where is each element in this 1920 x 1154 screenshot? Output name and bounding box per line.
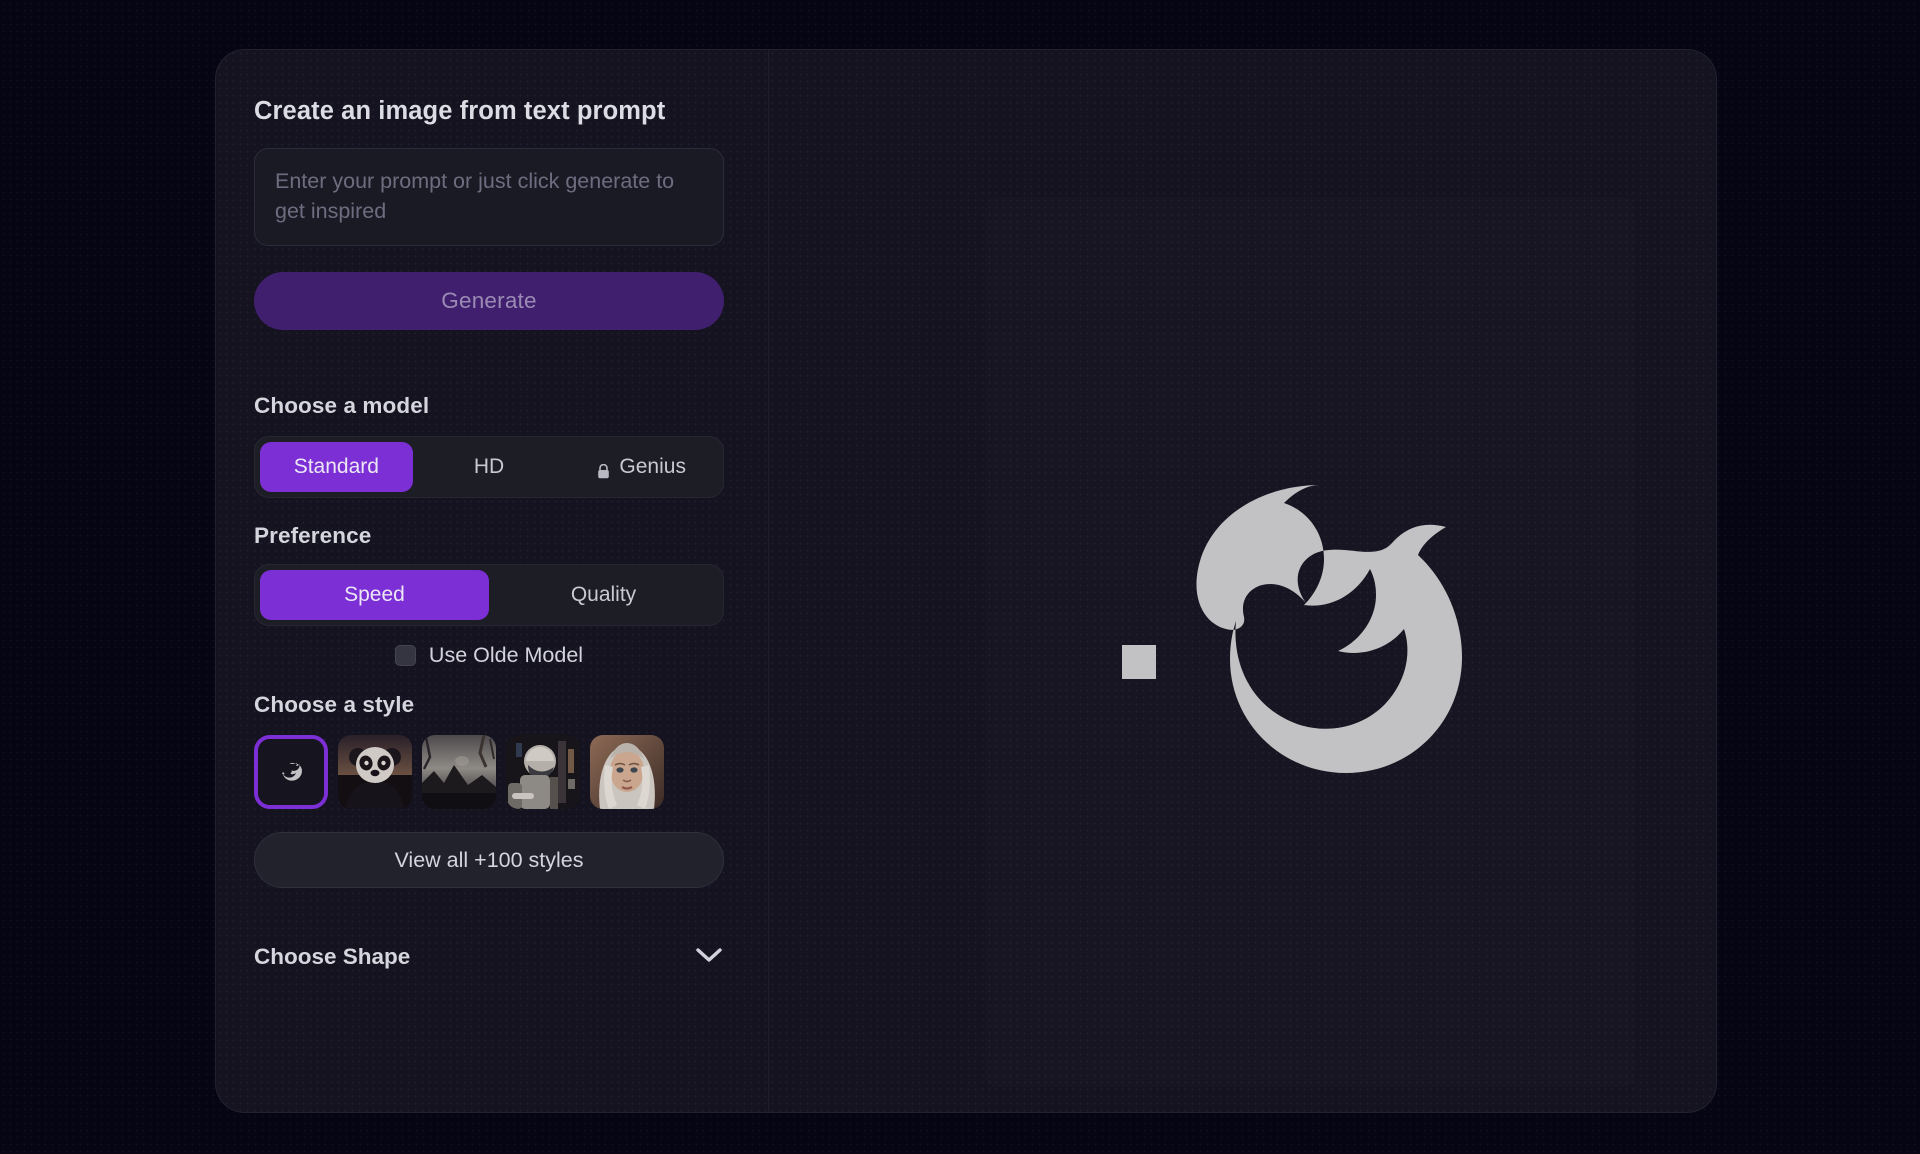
landscape-thumbnail-image — [422, 735, 496, 809]
style-section-label: Choose a style — [254, 692, 415, 717]
olde-model-label[interactable]: Use Olde Model — [429, 643, 583, 668]
preference-option-quality-label: Quality — [570, 583, 637, 606]
dolphin-logo — [1110, 477, 1510, 807]
choose-shape-row[interactable]: Choose Shape — [254, 944, 724, 970]
preference-option-speed[interactable]: Speed — [260, 570, 489, 620]
style-thumbnail-portrait[interactable] — [590, 735, 664, 809]
preference-section-label: Preference — [254, 523, 372, 548]
chevron-down-icon[interactable] — [694, 946, 724, 969]
olde-model-row: Use Olde Model — [254, 643, 724, 668]
model-segmented-control: Standard HD Genius — [254, 436, 724, 498]
panda-thumbnail-image — [338, 735, 412, 809]
dolphin-icon — [258, 739, 324, 805]
lock-icon — [597, 461, 610, 478]
preview-area — [769, 50, 1716, 1112]
style-thumbnail-row — [254, 735, 724, 809]
view-all-styles-button[interactable]: View all +100 styles — [254, 832, 724, 888]
logo-square-accent — [1122, 645, 1156, 679]
model-option-standard[interactable]: Standard — [260, 442, 413, 492]
style-thumbnail-no-style[interactable] — [254, 735, 328, 809]
model-section-label: Choose a model — [254, 393, 430, 418]
style-thumbnail-landscape[interactable] — [422, 735, 496, 809]
prompt-input[interactable] — [254, 148, 724, 246]
app-root: Create an image from text prompt Generat… — [0, 0, 1920, 1154]
preference-segmented-control: Speed Quality — [254, 564, 724, 626]
model-option-hd-label: HD — [473, 455, 505, 478]
choose-shape-label: Choose Shape — [254, 944, 411, 969]
model-option-genius[interactable]: Genius — [565, 442, 718, 492]
preview-canvas[interactable] — [985, 197, 1635, 1087]
olde-model-checkbox[interactable] — [394, 645, 416, 666]
scifi-thumbnail-image — [506, 735, 580, 809]
model-option-standard-label: Standard — [293, 455, 379, 478]
style-thumbnail-panda[interactable] — [338, 735, 412, 809]
style-thumbnail-scifi[interactable] — [506, 735, 580, 809]
generate-button[interactable]: Generate — [254, 272, 724, 330]
portrait-thumbnail-image — [590, 735, 664, 809]
preference-option-quality[interactable]: Quality — [489, 570, 718, 620]
model-option-hd[interactable]: HD — [413, 442, 566, 492]
model-option-genius-label: Genius — [619, 455, 686, 478]
control-panel: Create an image from text prompt Generat… — [216, 50, 769, 1112]
main-card: Create an image from text prompt Generat… — [215, 49, 1717, 1113]
page-title: Create an image from text prompt — [254, 97, 666, 125]
preference-option-speed-label: Speed — [344, 583, 405, 606]
dolphin-logo-icon — [1196, 485, 1462, 773]
